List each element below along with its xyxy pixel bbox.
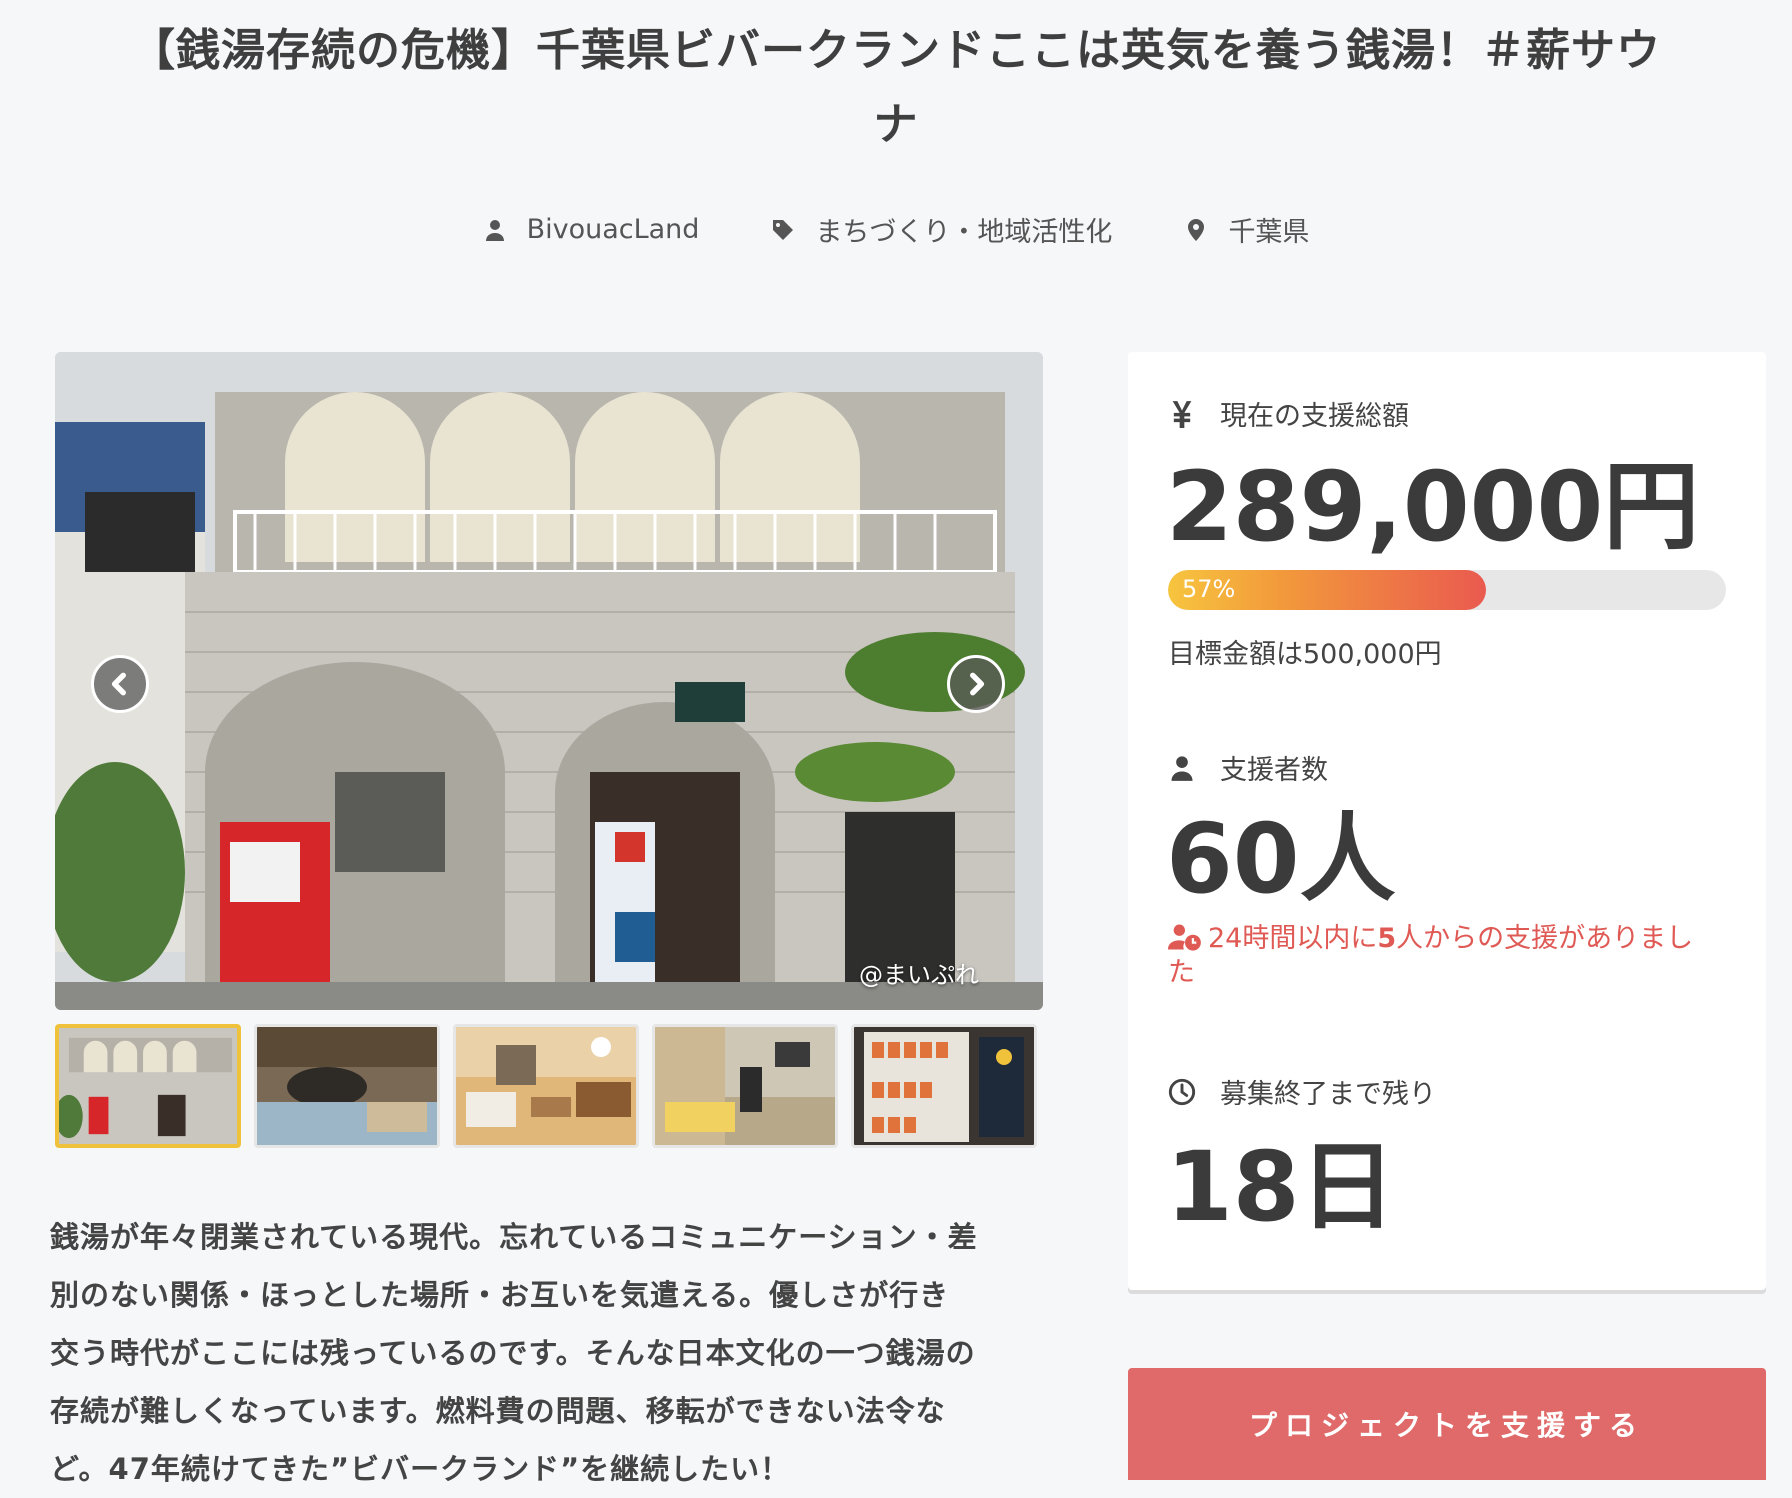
- thumbnail-exterior[interactable]: [55, 1024, 241, 1148]
- supporters-label-text: 支援者数: [1220, 755, 1328, 786]
- description-line: 存続が難しくなっています。燃料費の問題、移転ができない法令な: [50, 1394, 946, 1428]
- thumbnail-lounge[interactable]: [453, 1024, 639, 1148]
- thumbnail-drinks[interactable]: [851, 1024, 1037, 1148]
- chevron-right-icon: [970, 672, 985, 696]
- user-icon: [485, 219, 504, 241]
- chevron-left-icon: [111, 672, 126, 696]
- funding-progress-fill: 57%: [1168, 570, 1487, 610]
- gallery-prev-button[interactable]: [91, 655, 149, 713]
- thumbnail-strip: [55, 1024, 1043, 1152]
- thumb-lounge-image: [456, 1027, 636, 1145]
- clock-icon: [1168, 1078, 1196, 1105]
- total-funding-label: 現在の支援総額: [1168, 394, 1409, 433]
- owner-name: BivouacLand: [526, 214, 700, 245]
- description-line: ど。47年続けてきた”ビバークランド”を継続したい！: [50, 1452, 791, 1486]
- category-name: まちづくり・地域活性化: [815, 217, 1113, 248]
- category-link[interactable]: まちづくり・地域活性化: [771, 210, 1112, 249]
- thumb-bath-image: [257, 1027, 437, 1145]
- thumbnail-bath[interactable]: [254, 1024, 440, 1148]
- project-meta: BivouacLand まちづくり・地域活性化 千葉県: [0, 210, 1792, 249]
- project-title: 【銭湯存続の危機】千葉県ビバークランドここは英気を養う銭湯！＃薪サウ ナ: [0, 14, 1792, 162]
- thumb-exterior-image: [59, 1028, 237, 1144]
- image-gallery: @まいぷれ: [55, 352, 1043, 1010]
- thumb-drinks-image: [854, 1027, 1034, 1145]
- yen-icon: [1172, 400, 1192, 428]
- funding-stats-card: 現在の支援総額 289,000円 57% 目標金額は500,000円 支援者数 …: [1128, 352, 1766, 1290]
- remaining-label: 募集終了まで残り: [1168, 1072, 1436, 1111]
- location-link[interactable]: 千葉県: [1184, 210, 1309, 249]
- map-pin-icon: [1188, 218, 1205, 241]
- user-icon: [1171, 755, 1193, 781]
- owner-link[interactable]: BivouacLand: [483, 210, 700, 249]
- recent-support-notice: 24時間以内に5人からの支援がありました: [1168, 922, 1728, 990]
- remaining-label-text: 募集終了まで残り: [1220, 1079, 1436, 1110]
- main-photo-bathhouse-exterior: [55, 352, 1043, 1010]
- project-title-line1: 【銭湯存続の危機】千葉県ビバークランドここは英気を養う銭湯！＃薪サウ: [131, 25, 1661, 76]
- gallery-next-button[interactable]: [947, 655, 1005, 713]
- user-clock-icon: [1168, 924, 1201, 951]
- thumbnail-sauna[interactable]: [652, 1024, 838, 1148]
- total-funding-amount: 289,000円: [1166, 451, 1700, 563]
- total-funding-label-text: 現在の支援総額: [1220, 401, 1409, 432]
- support-project-button[interactable]: プロジェクトを支援する: [1128, 1368, 1766, 1480]
- description-line: 交う時代がここには残っているのです。そんな日本文化の一つ銭湯の: [50, 1336, 976, 1370]
- description-line: 銭湯が年々閉業されている現代。忘れているコミュニケーション・差: [50, 1220, 978, 1254]
- funding-progress-text: 57%: [1182, 575, 1236, 603]
- recent-suffix: 人からの支援がありまし: [1396, 923, 1694, 954]
- supporters-count: 60人: [1166, 803, 1396, 915]
- tag-icon: [773, 219, 794, 240]
- funding-progress-bar: 57%: [1168, 570, 1726, 610]
- project-title-line2: ナ: [873, 99, 919, 150]
- recent-prefix: 24時間以内に: [1208, 923, 1378, 954]
- supporters-label: 支援者数: [1168, 748, 1328, 787]
- recent-suffix-end: た: [1168, 957, 1195, 988]
- remaining-days: 18日: [1166, 1131, 1396, 1243]
- photo-credit: @まいぷれ: [859, 961, 979, 989]
- recent-count: 5: [1377, 923, 1397, 954]
- project-description: 銭湯が年々閉業されている現代。忘れているコミュニケーション・差 別のない関係・ほ…: [50, 1208, 1045, 1498]
- goal-amount: 目標金額は500,000円: [1168, 639, 1442, 670]
- thumb-sauna-image: [655, 1027, 835, 1145]
- description-line: 別のない関係・ほっとした場所・お互いを気遣える。優しさが行き: [50, 1278, 950, 1312]
- location-name: 千葉県: [1228, 217, 1310, 248]
